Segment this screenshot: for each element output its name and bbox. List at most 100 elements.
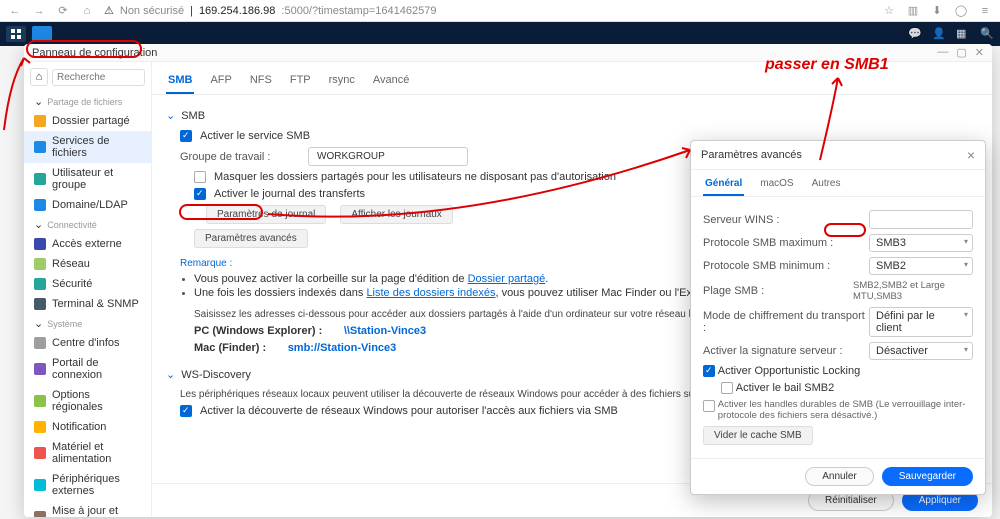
extensions-icon[interactable]: ▥ <box>906 4 920 18</box>
modal-save-button[interactable]: Sauvegarder <box>882 467 973 486</box>
chevron-down-icon: ⌄ <box>166 109 175 122</box>
enable-ws-checkbox[interactable] <box>180 405 192 417</box>
oplock-checkbox[interactable] <box>703 365 715 377</box>
pc-access-path: \\Station-Vince3 <box>344 325 426 337</box>
sign-label: Activer la signature serveur : <box>703 345 869 357</box>
modal-tab-macos[interactable]: macOS <box>758 174 795 196</box>
address-field[interactable]: ⚠ Non sécurisé | 169.254.186.98:5000/?ti… <box>104 4 872 17</box>
tab-avancé[interactable]: Avancé <box>371 70 412 94</box>
encrypt-select[interactable]: Défini par le client <box>869 307 973 337</box>
bookmark-icon[interactable]: ☆ <box>882 4 896 18</box>
shared-folder-link[interactable]: Dossier partagé <box>468 273 546 285</box>
sidebar-item-label: Terminal & SNMP <box>52 298 139 310</box>
modal-tabs: Général macOS Autres <box>691 170 985 197</box>
smb-section-header[interactable]: ⌄SMB <box>166 109 978 122</box>
sidebar-section[interactable]: ⌄ Partage de fichiers <box>24 92 151 111</box>
enable-ws-label: Activer la découverte de réseaux Windows… <box>200 405 618 417</box>
durable-checkbox[interactable] <box>703 400 715 412</box>
sidebar-item[interactable]: Dossier partagé <box>24 111 151 131</box>
widgets-icon[interactable]: ▦ <box>956 27 970 41</box>
sidebar-item[interactable]: Options régionales <box>24 385 151 417</box>
modal-tab-général[interactable]: Général <box>703 174 744 196</box>
sidebar-home-button[interactable]: ⌂ <box>30 68 48 86</box>
sidebar-item-label: Sécurité <box>52 278 92 290</box>
log-settings-button[interactable]: Paramètres de journal <box>206 205 326 224</box>
sidebar-item-label: Matériel et alimentation <box>52 441 141 465</box>
window-maximize-icon[interactable]: ▢ <box>956 46 966 59</box>
sidebar-search-input[interactable] <box>52 69 145 86</box>
sidebar-item[interactable]: Domaine/LDAP <box>24 195 151 215</box>
chat-icon[interactable]: 💬 <box>908 27 922 41</box>
lease-checkbox[interactable] <box>721 382 733 394</box>
window-titlebar[interactable]: Panneau de configuration — ▢ ✕ <box>24 44 992 62</box>
dsm-apps-icon[interactable] <box>6 26 26 42</box>
tab-nfs[interactable]: NFS <box>248 70 274 94</box>
sidebar-item-label: Options régionales <box>52 389 141 413</box>
workgroup-input[interactable] <box>308 147 468 166</box>
sidebar-item[interactable]: Centre d'infos <box>24 333 151 353</box>
sidebar-item[interactable]: Sécurité <box>24 274 151 294</box>
nav-forward-icon[interactable]: → <box>32 4 46 18</box>
sidebar-item[interactable]: Utilisateur et groupe <box>24 163 151 195</box>
enable-log-checkbox[interactable] <box>194 188 206 200</box>
hide-shares-checkbox[interactable] <box>194 171 206 183</box>
smb-max-select[interactable]: SMB3 <box>869 234 973 252</box>
sidebar-item-label: Accès externe <box>52 238 122 250</box>
lock-warning-icon: ⚠ <box>104 4 114 17</box>
mac-access-path: smb://Station-Vince3 <box>288 342 397 354</box>
sidebar-item[interactable]: Mise à jour et restauration <box>24 501 151 517</box>
sidebar-item[interactable]: Notification <box>24 417 151 437</box>
tab-rsync[interactable]: rsync <box>327 70 357 94</box>
sidebar-item-icon <box>34 238 46 250</box>
enable-smb-checkbox[interactable] <box>180 130 192 142</box>
sidebar-item-icon <box>34 447 46 459</box>
window-minimize-icon[interactable]: — <box>937 46 948 59</box>
tab-ftp[interactable]: FTP <box>288 70 313 94</box>
sidebar-item[interactable]: Portail de connexion <box>24 353 151 385</box>
dsm-topbar: 💬 👤 ▦ 🔍 <box>0 22 1000 46</box>
smb-min-select[interactable]: SMB2 <box>869 257 973 275</box>
clear-cache-button[interactable]: Vider le cache SMB <box>703 426 813 445</box>
sidebar-item-icon <box>34 199 46 211</box>
tab-afp[interactable]: AFP <box>208 70 233 94</box>
nav-back-icon[interactable]: ← <box>8 4 22 18</box>
sidebar-item[interactable]: Accès externe <box>24 234 151 254</box>
sidebar-section[interactable]: ⌄ Connectivité <box>24 215 151 234</box>
sidebar-item-icon <box>34 298 46 310</box>
sidebar-item-icon <box>34 278 46 290</box>
modal-tab-autres[interactable]: Autres <box>810 174 843 196</box>
chevron-down-icon: ⌄ <box>166 368 175 381</box>
sidebar-item-label: Centre d'infos <box>52 337 120 349</box>
sidebar-section[interactable]: ⌄ Système <box>24 314 151 333</box>
view-logs-button[interactable]: Afficher les journaux <box>340 205 452 224</box>
search-icon[interactable]: 🔍 <box>980 27 994 41</box>
durable-label: Activer les handles durables de SMB (Le … <box>718 399 973 421</box>
downloads-icon[interactable]: ⬇ <box>930 4 944 18</box>
account-icon[interactable]: ◯ <box>954 4 968 18</box>
smb-range-label: Plage SMB : <box>703 285 853 297</box>
modal-close-icon[interactable]: × <box>967 147 975 163</box>
sidebar-item[interactable]: Réseau <box>24 254 151 274</box>
sidebar-item-icon <box>34 337 46 349</box>
chevron-down-icon: ⌄ <box>34 95 43 108</box>
window-close-icon[interactable]: ✕ <box>975 46 984 59</box>
pc-access-label: PC (Windows Explorer) : <box>194 325 322 337</box>
url-path: :5000/?timestamp=1641462579 <box>281 5 436 17</box>
tab-smb[interactable]: SMB <box>166 70 194 94</box>
sign-select[interactable]: Désactiver <box>869 342 973 360</box>
nav-home-icon[interactable]: ⌂ <box>80 4 94 18</box>
user-icon[interactable]: 👤 <box>932 27 946 41</box>
protocol-tabs: SMB AFP NFS FTP rsync Avancé <box>152 62 992 95</box>
nav-reload-icon[interactable]: ⟳ <box>56 4 70 18</box>
sidebar-item[interactable]: Périphériques externes <box>24 469 151 501</box>
advanced-settings-button[interactable]: Paramètres avancés <box>194 229 308 248</box>
sidebar-item-icon <box>34 173 46 185</box>
sidebar-item[interactable]: Terminal & SNMP <box>24 294 151 314</box>
modal-cancel-button[interactable]: Annuler <box>805 467 873 486</box>
sidebar-item[interactable]: Services de fichiers <box>24 131 151 163</box>
sidebar-item[interactable]: Matériel et alimentation <box>24 437 151 469</box>
menu-icon[interactable]: ≡ <box>978 4 992 18</box>
indexed-list-link[interactable]: Liste des dossiers indexés <box>366 287 495 299</box>
dsm-pin-icon[interactable] <box>32 26 52 42</box>
wins-input[interactable] <box>869 210 973 229</box>
